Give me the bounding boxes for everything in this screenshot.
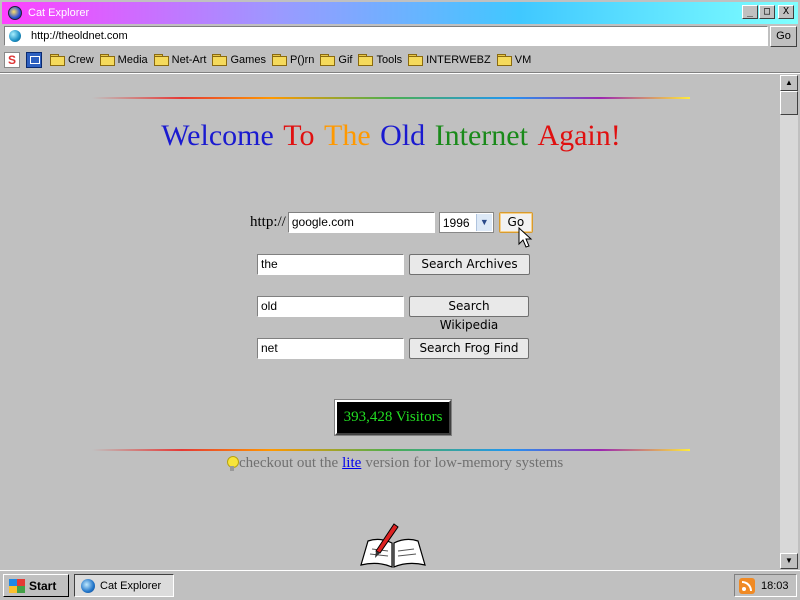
lite-text-post: version for low-memory systems: [365, 455, 564, 471]
search-wikipedia-button[interactable]: Search Wikipedia: [409, 296, 529, 332]
scroll-thumb[interactable]: [780, 91, 798, 115]
cat-explorer-icon: [8, 6, 22, 20]
bookmark-interwebz[interactable]: INTERWEBZ: [408, 54, 491, 66]
clock: 18:03: [761, 579, 789, 592]
lite-link[interactable]: lite: [342, 455, 361, 472]
address-input[interactable]: http://theoldnet.com: [31, 30, 128, 42]
window-title: Cat Explorer: [28, 7, 90, 19]
bookmark-vm[interactable]: VM: [496, 54, 532, 66]
bookmark-label: INTERWEBZ: [426, 54, 491, 66]
toolbar-divider: [0, 72, 800, 74]
guestbook-icon[interactable]: [358, 523, 428, 569]
wikipedia-search-input[interactable]: old: [257, 296, 404, 317]
wayback-form: http:// google.com 1996 ▼ Go: [250, 212, 533, 233]
minimize-button[interactable]: _: [742, 5, 758, 19]
search-archives-button[interactable]: Search Archives: [409, 254, 530, 275]
welcome-word: Old: [380, 119, 426, 152]
lite-text-pre: checkout out the: [239, 455, 339, 471]
folder-icon: [212, 54, 228, 66]
folder-icon: [320, 54, 336, 66]
browser-window: Cat Explorer _ □ X http://theoldnet.com …: [0, 0, 800, 570]
year-value: 1996: [442, 215, 470, 230]
year-select[interactable]: 1996 ▼: [438, 212, 494, 233]
bookmark-media[interactable]: Media: [99, 54, 148, 66]
rss-icon[interactable]: [739, 577, 755, 594]
bookmark-label: Media: [117, 54, 148, 66]
rainbow-divider-bottom: [92, 449, 690, 451]
search-frogfind-button[interactable]: Search Frog Find: [409, 338, 529, 359]
taskbar-item-cat-explorer[interactable]: Cat Explorer: [74, 574, 174, 597]
scroll-up-button[interactable]: ▲: [780, 75, 798, 91]
bookmark-crew[interactable]: Crew: [50, 54, 94, 66]
welcome-word: Welcome: [161, 119, 274, 152]
search-wikipedia-row: old Search Wikipedia: [257, 296, 529, 332]
archives-search-input[interactable]: the: [257, 254, 404, 275]
lightbulb-icon: [227, 456, 239, 472]
address-go-button[interactable]: Go: [770, 26, 797, 47]
taskbar-item-label: Cat Explorer: [100, 579, 162, 592]
http-prefix: http://: [250, 214, 286, 230]
bookmark-label: Crew: [68, 54, 94, 66]
close-button[interactable]: X: [778, 5, 794, 19]
visitor-counter: 393,428 Visitors: [334, 399, 452, 436]
window-icon[interactable]: [26, 52, 42, 68]
search-frogfind-row: net Search Frog Find: [257, 338, 529, 359]
bookmark-games[interactable]: Games: [212, 54, 266, 66]
scroll-down-button[interactable]: ▼: [780, 553, 798, 569]
taskbar: Start Cat Explorer 18:03: [0, 570, 800, 600]
lite-version-notice: checkout out the lite version for low-me…: [227, 455, 563, 472]
bookmark-label: Gif: [338, 54, 353, 66]
bookmark-label: Net-Art: [171, 54, 207, 66]
chevron-down-icon: ▼: [475, 214, 492, 231]
folder-icon: [271, 54, 287, 66]
address-bar[interactable]: http://theoldnet.com: [4, 26, 768, 46]
folder-icon: [50, 54, 65, 66]
folder-icon: [496, 54, 512, 66]
wayback-url-input[interactable]: google.com: [287, 212, 435, 233]
system-tray: 18:03: [734, 574, 797, 597]
bookmark-porn[interactable]: P()rn: [271, 54, 315, 66]
bookmark-gif[interactable]: Gif: [320, 54, 352, 66]
welcome-heading: Welcome To The Old Internet Again!: [2, 119, 780, 153]
folder-icon: [408, 54, 424, 66]
windows-logo-icon: [9, 578, 25, 593]
page-icon: [9, 30, 21, 42]
bookmarks-bar: S Crew Media Net-Art Games P()rn Gif Too…: [4, 50, 537, 70]
folder-icon: [153, 54, 169, 66]
google-icon[interactable]: S: [4, 52, 20, 68]
search-archives-row: the Search Archives: [257, 254, 530, 275]
folder-icon: [358, 54, 374, 66]
welcome-word: Again!: [537, 119, 621, 152]
rainbow-divider-top: [92, 97, 690, 99]
bookmark-label: Games: [230, 54, 266, 66]
mouse-pointer-icon: [518, 227, 533, 248]
welcome-word: The: [324, 119, 371, 152]
bookmark-tools[interactable]: Tools: [358, 54, 402, 66]
bookmark-label: P()rn: [289, 54, 315, 66]
folder-icon: [99, 54, 115, 66]
start-label: Start: [29, 578, 57, 593]
maximize-button[interactable]: □: [759, 5, 775, 19]
vertical-scrollbar[interactable]: ▲ ▼: [780, 75, 798, 569]
bookmark-label: VM: [514, 54, 532, 66]
start-button[interactable]: Start: [3, 574, 69, 597]
welcome-word: Internet: [434, 119, 528, 152]
bookmark-label: Tools: [376, 54, 403, 66]
page-content: Welcome To The Old Internet Again! http:…: [2, 75, 780, 569]
welcome-word: To: [283, 119, 315, 152]
cat-explorer-icon: [81, 578, 95, 593]
title-bar[interactable]: Cat Explorer _ □ X: [2, 2, 798, 24]
frogfind-search-input[interactable]: net: [257, 338, 404, 359]
bookmark-net-art[interactable]: Net-Art: [153, 54, 207, 66]
